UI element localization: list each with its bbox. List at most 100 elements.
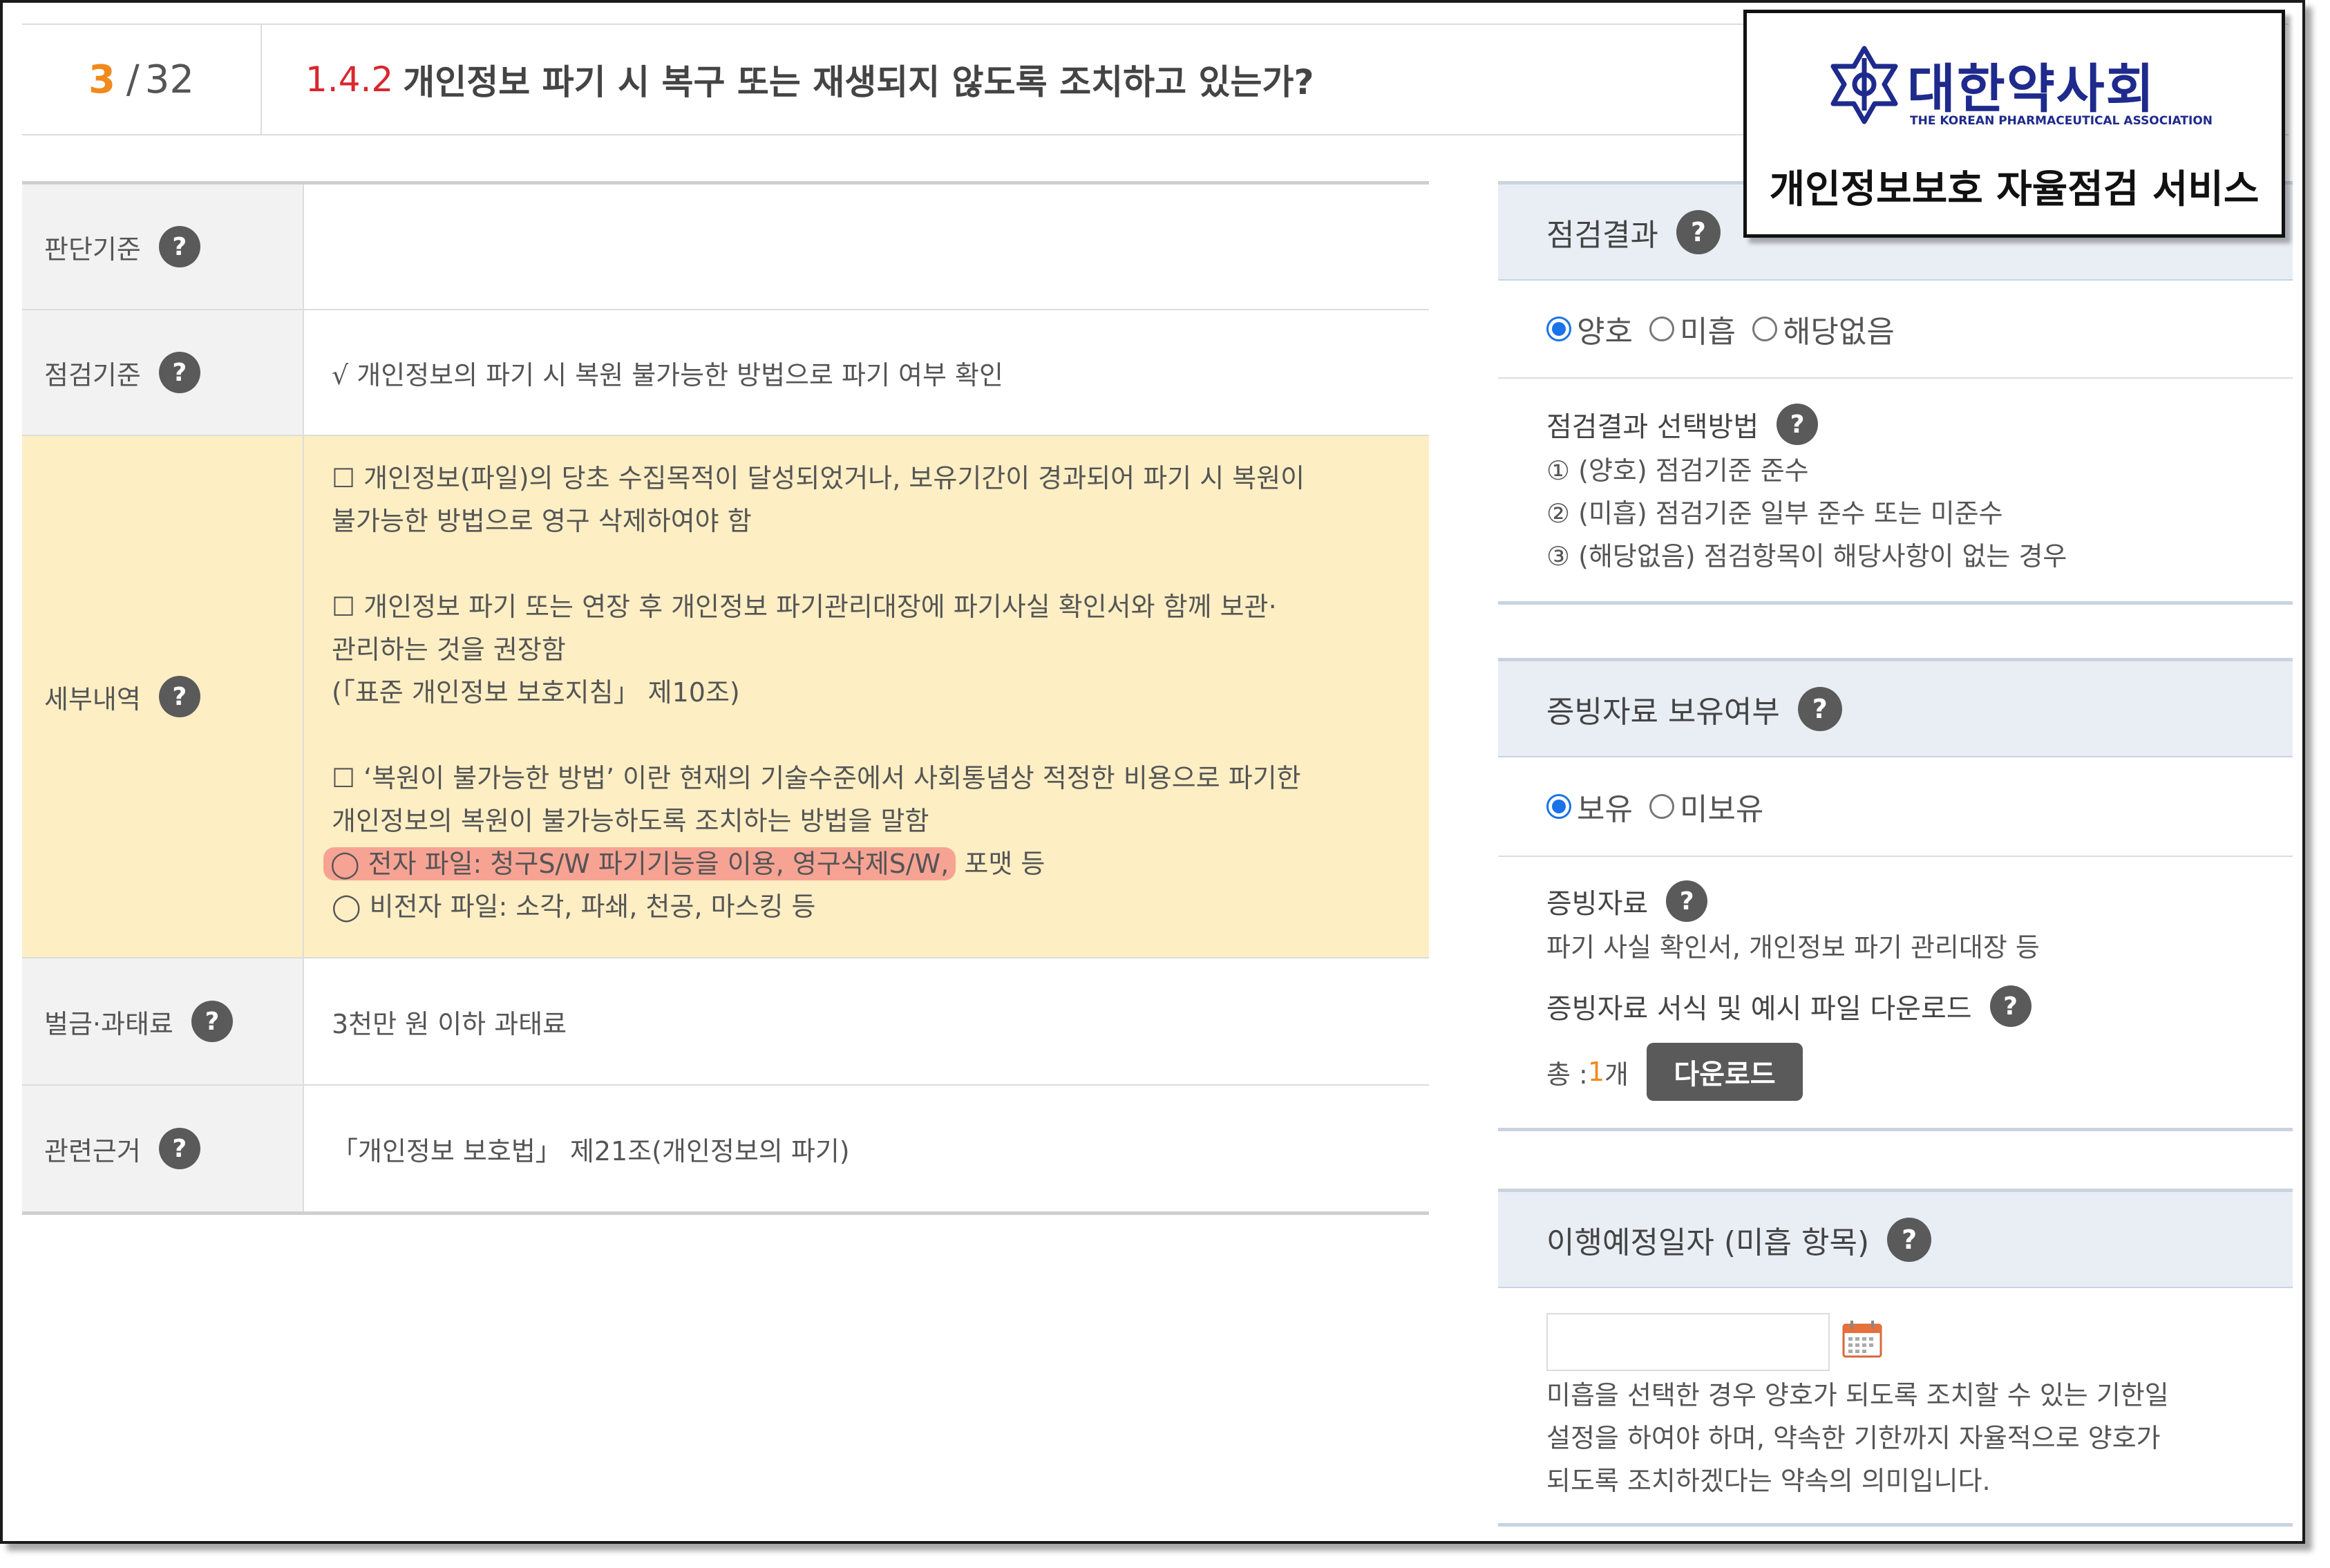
fine-label: 벌금·과태료 [44,1008,173,1039]
fine-row: 벌금·과태료 ? 3천만 원 이하 과태료 [22,958,1429,1086]
question-mark-icon[interactable]: ? [191,1001,233,1042]
question-mark-icon[interactable]: ? [1887,1217,1932,1262]
judgement-row: 판단기준 ? [22,185,1429,310]
radio-not-own[interactable]: 미보유 [1649,784,1763,829]
detail-label: 세부내역 [44,683,141,715]
evidence-docs-block: 증빙자료 ? 파기 사실 확인서, 개인정보 파기 관리대장 등 증빙자료 서식… [1498,857,2293,1131]
evidence-title: 증빙자료 보유여부 [1546,694,1780,730]
question-mark-icon[interactable]: ? [158,226,200,267]
question-mark-icon[interactable]: ? [1797,686,1842,731]
result-radio-group: 양호 미흡 해당없음 [1498,281,2293,379]
fine-value: 3천만 원 이하 과태료 [332,1008,567,1039]
check-criteria-row: 점검기준 ? √ 개인정보의 파기 시 복원 불가능한 방법으로 파기 여부 확… [22,310,1429,436]
current-question-number: 3 [88,57,115,102]
question-title: 1.4.2 개인정보 파기 시 복구 또는 재생되지 않도록 조치하고 있는가? [305,25,1314,134]
basis-row: 관련근거 ? 「개인정보 보호법」 제21조(개인정보의 파기) [22,1086,1429,1211]
file-count-suffix: 개 [1604,1059,1629,1090]
radio-good[interactable]: 양호 [1546,307,1633,351]
docs-value: 파기 사실 확인서, 개인정보 파기 관리대장 등 [1546,932,2040,963]
detail-p3-line1: ☐ ‘복원이 불가능한 방법’ 이란 현재의 기술수준에서 사회통념상 적정한 … [332,763,1301,793]
detail-p3-line4: ◯ 비전자 파일: 소각, 파쇄, 천공, 마스킹 등 [332,891,816,922]
question-mark-icon[interactable]: ? [158,676,200,717]
download-title-row: 증빙자료 서식 및 예시 파일 다운로드 ? [1546,972,2293,1041]
question-counter: 3 / 32 [22,25,262,134]
pharmacy-association-emblem-icon [1826,44,1902,130]
radio-not-applicable[interactable]: 해당없음 [1752,307,1895,351]
radio-selected-icon[interactable] [1546,317,1571,341]
association-logo-box: 대한약사회 THE KOREAN PHARMACEUTICAL ASSOCIAT… [1743,10,2285,238]
detail-p3-line3: ◯ 전자 파일: 청구S/W 파기기능을 이용, 영구삭제S/W, 포맷 등 [323,842,1305,885]
detail-row: 세부내역 ? ☐ 개인정보(파일)의 당초 수집목적이 달성되었거나, 보유기간… [22,436,1429,958]
download-button[interactable]: 다운로드 [1647,1043,1803,1101]
radio-unselected-icon[interactable] [1752,317,1777,341]
check-value: √ 개인정보의 파기 시 복원 불가능한 방법으로 파기 여부 확인 [332,359,1003,390]
file-count-prefix: 총 : [1546,1059,1588,1090]
schedule-header: 이행예정일자 (미흡 항목) ? [1498,1189,2293,1288]
logo-korean-name: 대한약사회 [1907,58,2156,120]
schedule-note-line-2: 설정을 하여야 하며, 약속한 기한까지 자율적으로 양호가 [1546,1423,2161,1453]
basis-value: 「개인정보 보호법」 제21조(개인정보의 파기) [332,1135,850,1166]
detail-text: ☐ 개인정보(파일)의 당초 수집목적이 달성되었거나, 보유기간이 경과되어 … [323,436,1305,949]
question-mark-icon[interactable]: ? [1989,985,2031,1027]
detail-label-cell: 세부내역 ? [22,436,304,957]
detail-p1-line1: ☐ 개인정보(파일)의 당초 수집목적이 달성되었거나, 보유기간이 경과되어 … [332,463,1305,493]
question-mark-icon[interactable]: ? [1666,880,1708,922]
detail-p3-line2: 개인정보의 복원이 불가능하도록 조치하는 방법을 말함 [332,806,929,836]
evidence-header: 증빙자료 보유여부 ? [1498,658,2293,757]
detail-p2-line3: (「표준 개인정보 보호지침」 제10조) [332,677,740,708]
detail-p2-line1: ☐ 개인정보 파기 또는 연장 후 개인정보 파기관리대장에 파기사실 확인서와… [332,592,1277,622]
judgement-value [304,185,1429,309]
radio-unselected-icon[interactable] [1649,794,1674,819]
evidence-panel: 증빙자료 보유여부 ? 보유 미보유 증빙자료 ? 파기 사실 확인서, 개인정… [1498,658,2293,1131]
radio-not-applicable-label: 해당없음 [1782,314,1895,350]
fine-label-cell: 벌금·과태료 ? [22,958,304,1084]
question-mark-icon[interactable]: ? [158,1128,200,1169]
basis-label: 관련근거 [44,1135,141,1166]
method-line-1: ① (양호) 점검기준 준수 [1546,455,1809,486]
date-row [1546,1313,2293,1371]
detail-p3-line3-rest: 포맷 등 [956,849,1045,879]
radio-unselected-icon[interactable] [1649,317,1674,341]
detail-p1-line2: 불가능한 방법으로 영구 삭제하여야 함 [332,506,752,536]
total-questions: 32 [144,57,195,102]
file-count: 1 [1587,1057,1605,1087]
result-method-block: 점검결과 선택방법 ? ① (양호) 점검기준 준수 ② (미흡) 점검기준 일… [1498,379,2293,605]
date-input[interactable] [1546,1313,1830,1371]
radio-insufficient-label: 미흡 [1679,314,1736,350]
check-label: 점검기준 [44,359,141,390]
calendar-icon[interactable] [1842,1319,1882,1365]
schedule-panel: 이행예정일자 (미흡 항목) ? 미흡을 선택한 경우 양호가 되도록 조치할 … [1498,1189,2293,1527]
docs-title: 증빙자료 [1546,888,1649,920]
radio-own[interactable]: 보유 [1546,784,1633,829]
logo-english-name: THE KOREAN PHARMACEUTICAL ASSOCIATION [1910,114,2213,128]
question-mark-icon[interactable]: ? [1777,404,1819,445]
check-label-cell: 점검기준 ? [22,310,304,435]
schedule-title: 이행예정일자 (미흡 항목) [1546,1225,1870,1260]
method-title: 점검결과 선택방법 [1546,411,1759,443]
item-title: 개인정보 파기 시 복구 또는 재생되지 않도록 조치하고 있는가? [403,62,1314,102]
counter-separator: / [126,57,140,102]
radio-own-label: 보유 [1577,792,1633,827]
detail-value: ☐ 개인정보(파일)의 당초 수집목적이 달성되었거나, 보유기간이 경과되어 … [304,436,1429,957]
evidence-radio-group: 보유 미보유 [1498,757,2293,857]
schedule-note-line-3: 되도록 조치하겠다는 약속의 의미입니다. [1546,1466,1991,1496]
radio-insufficient[interactable]: 미흡 [1649,307,1736,351]
result-title: 점검결과 [1546,217,1658,253]
question-mark-icon[interactable]: ? [1676,209,1721,254]
inspection-result-panel: 점검결과 ? 양호 미흡 해당없음 점검결과 선택방법 ? ① (양호) 점검기… [1498,181,2293,605]
radio-not-own-label: 미보유 [1679,792,1764,827]
basis-label-cell: 관련근거 ? [22,1086,304,1211]
question-mark-icon[interactable]: ? [158,352,200,393]
radio-selected-icon[interactable] [1546,794,1571,819]
highlighted-text: ◯ 전자 파일: 청구S/W 파기기능을 이용, 영구삭제S/W, [323,847,956,880]
schedule-body: 미흡을 선택한 경우 양호가 되도록 조치할 수 있는 기한일 설정을 하여야 … [1498,1288,2293,1527]
method-line-2: ② (미흡) 점검기준 일부 준수 또는 미준수 [1546,498,2003,529]
detail-p2-line2: 관리하는 것을 권장함 [332,634,566,665]
method-line-3: ③ (해당없음) 점검항목이 해당사항이 없는 경우 [1546,541,2067,572]
judgement-label: 판단기준 [44,234,141,265]
method-title-row: 점검결과 선택방법 ? [1546,399,2293,449]
item-number: 1.4.2 [305,59,394,100]
download-row: 총 : 1 개 다운로드 [1546,1041,2293,1103]
schedule-note-line-1: 미흡을 선택한 경우 양호가 되도록 조치할 수 있는 기한일 [1546,1380,2169,1410]
inspection-detail-table: 판단기준 ? 점검기준 ? √ 개인정보의 파기 시 복원 불가능한 방법으로 … [22,181,1429,1215]
